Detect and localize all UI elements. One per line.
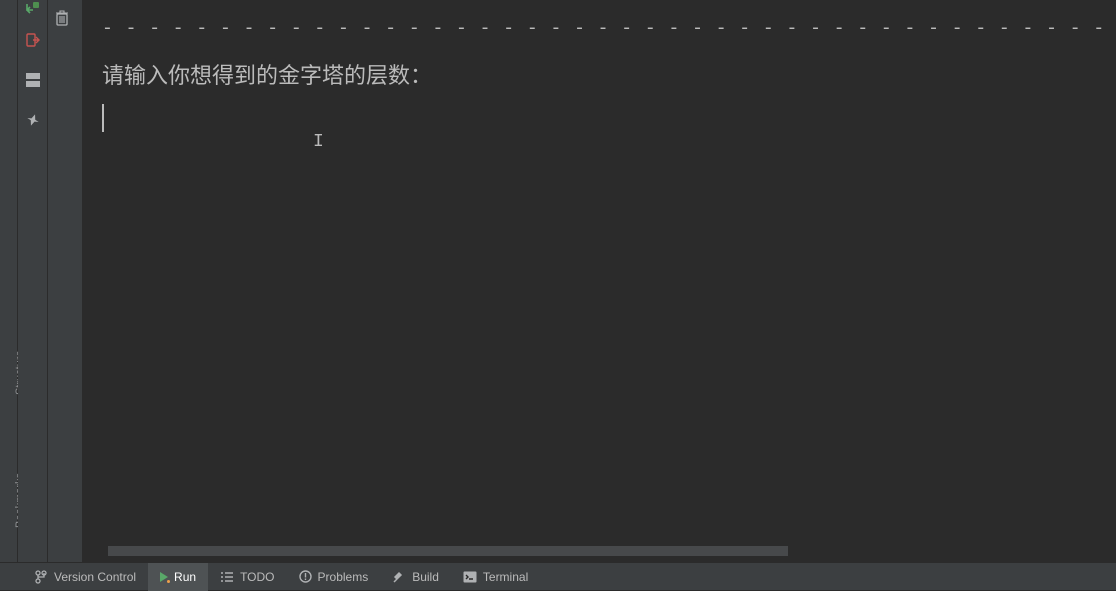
pin-icon[interactable] xyxy=(19,106,47,134)
bottom-toolbar: Version Control Run TODO Problems Build … xyxy=(0,562,1116,590)
exit-icon[interactable] xyxy=(19,26,47,54)
bottom-item-terminal[interactable]: Terminal xyxy=(451,563,540,591)
text-cursor-glyph: I xyxy=(313,132,324,152)
bottom-item-problems[interactable]: Problems xyxy=(287,563,381,591)
tool-sidebar xyxy=(18,0,48,562)
horizontal-scrollbar[interactable] xyxy=(108,546,788,556)
console-line-1: - - - - - - - - - - - - - - - - - - - - … xyxy=(102,16,1096,42)
bottom-item-label: Run xyxy=(174,570,196,584)
return-icon[interactable] xyxy=(19,0,47,22)
bottom-item-build[interactable]: Build xyxy=(380,563,451,591)
play-icon xyxy=(160,572,168,582)
bottom-item-version-control[interactable]: Version Control xyxy=(22,563,148,591)
trash-icon[interactable] xyxy=(55,10,69,31)
bottom-item-label: Version Control xyxy=(54,570,136,584)
console-line-2: 请输入你想得到的金字塔的层数： xyxy=(102,58,1096,90)
bottom-item-label: Problems xyxy=(318,570,369,584)
layout-icon[interactable] xyxy=(19,66,47,94)
console-output[interactable]: - - - - - - - - - - - - - - - - - - - - … xyxy=(82,0,1116,562)
bottom-item-todo[interactable]: TODO xyxy=(208,563,286,591)
left-strip: Structure Bookmarks xyxy=(0,0,18,562)
bottom-item-label: TODO xyxy=(240,570,274,584)
bottom-item-run[interactable]: Run xyxy=(148,563,208,591)
bottom-item-label: Terminal xyxy=(483,570,528,584)
console-gutter xyxy=(48,0,82,562)
console-caret xyxy=(102,104,104,132)
bottom-item-label: Build xyxy=(412,570,439,584)
